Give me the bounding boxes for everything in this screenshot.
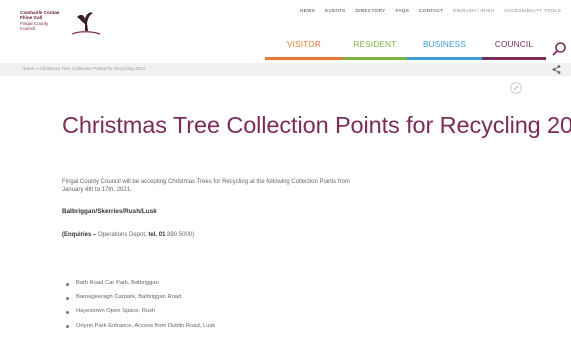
tab-council[interactable]: COUNCIL — [482, 40, 546, 60]
tab-council-bar — [482, 57, 546, 60]
collection-points-list: Bath Road Car Park, Balbriggan Barnageer… — [64, 280, 215, 337]
areas-heading: Balbriggan/Skerries/Rush/Lusk — [62, 208, 157, 215]
share-icon[interactable] — [551, 64, 562, 75]
tab-business-label: BUSINESS — [422, 40, 466, 49]
tab-business-bar — [407, 57, 482, 60]
tab-council-label: COUNCIL — [494, 40, 534, 49]
breadcrumb-bar: Home » Christmas Tree Collection Points … — [0, 63, 571, 76]
list-item: Hayestown Open Space, Rush — [64, 308, 215, 322]
council-logo-icon[interactable] — [71, 9, 101, 37]
tab-business[interactable]: BUSINESS — [407, 40, 482, 60]
enquiries-number[interactable]: 890 5000) — [167, 232, 194, 238]
nav-contact[interactable]: CONTACT — [419, 9, 443, 14]
breadcrumb[interactable]: Home » Christmas Tree Collection Points … — [22, 66, 145, 71]
nav-news[interactable]: NEWS — [300, 9, 315, 14]
search-icon[interactable] — [551, 41, 567, 57]
language-toggle[interactable]: ENGLISH / IRISH — [453, 9, 494, 14]
main-nav: VISITOR RESIDENT BUSINESS COUNCIL — [265, 40, 571, 60]
enquiries-prefix: 01 — [158, 232, 166, 238]
site-header: Comhairle Contae Fhine Gall Fingal Count… — [0, 0, 571, 62]
list-item: Orlynn Park Entrance, Access from Dublin… — [64, 323, 215, 337]
list-item: Bath Road Car Park, Balbriggan — [64, 280, 215, 294]
tab-resident-label: RESIDENT — [353, 40, 397, 49]
utility-nav: NEWS EVENTS DIRECTORY FAQS CONTACT ENGLI… — [300, 9, 561, 14]
nav-directory[interactable]: DIRECTORY — [356, 9, 386, 14]
nav-events[interactable]: EVENTS — [325, 9, 345, 14]
intro-text: Fingal County Council will be accepting … — [62, 179, 350, 194]
list-item: Barnageeragh Carpark, Balbriggan Road — [64, 294, 215, 308]
page-title: Christmas Tree Collection Points for Rec… — [62, 112, 571, 138]
council-logo-text[interactable]: Comhairle Contae Fhine Gall Fingal Count… — [20, 10, 59, 32]
enquiries-depot: Operations Depot, — [98, 232, 147, 238]
tab-resident[interactable]: RESIDENT — [343, 40, 407, 60]
edit-icon[interactable] — [510, 82, 522, 94]
logo-line-4: Council — [20, 26, 36, 32]
nav-faqs[interactable]: FAQS — [395, 9, 409, 14]
tab-resident-bar — [343, 57, 407, 60]
tab-visitor-bar — [265, 57, 343, 60]
enquiries-label: (Enquiries – — [62, 232, 97, 238]
enquiries-line: (Enquiries – Operations Depot, tel. 01 8… — [62, 232, 194, 238]
tab-visitor-label: VISITOR — [286, 40, 321, 49]
accessibility-tools[interactable]: ACCESSIBILITY TOOLS — [504, 9, 561, 14]
enquiries-tel: tel. — [148, 232, 158, 238]
tab-visitor[interactable]: VISITOR — [265, 40, 343, 60]
